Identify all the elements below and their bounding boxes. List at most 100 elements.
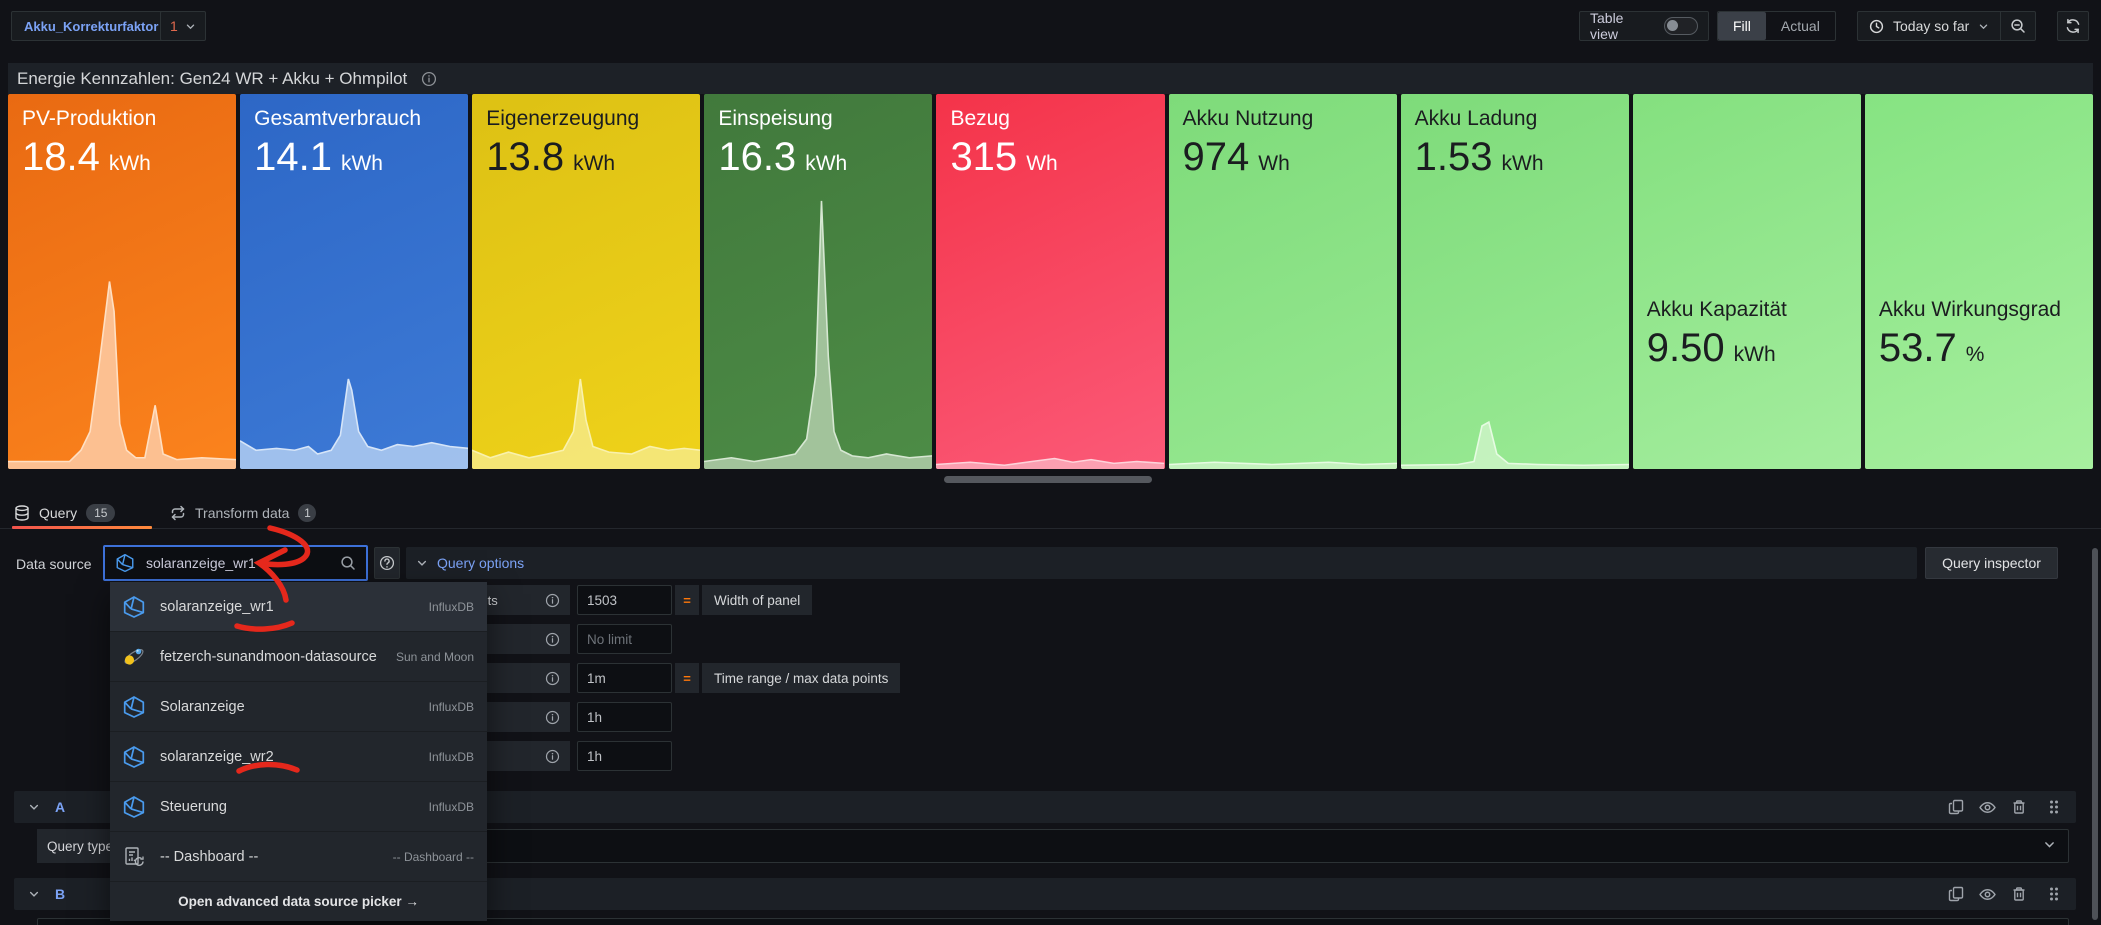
stat-panel-title: Bezug [950,105,1150,132]
fill-actual-segmented-control: Fill Actual [1717,11,1836,41]
stat-panel-5[interactable]: Bezug315Wh [936,94,1164,469]
query-row-actions [1948,886,2062,903]
panel-row-header[interactable]: Energie Kennzahlen: Gen24 WR + Akku + Oh… [8,63,2093,94]
eye-icon[interactable] [1979,799,1996,816]
drag-handle-icon[interactable] [2046,799,2062,815]
stat-panel-1[interactable]: PV-Produktion18.4kWh [8,94,236,469]
variable-value-dropdown[interactable]: 1 [160,11,206,41]
zoom-out-time-button[interactable] [2000,12,2035,40]
info-circle-icon [545,749,560,764]
actual-button[interactable]: Actual [1766,12,1835,40]
query-options-header[interactable]: Query options [406,547,1917,579]
vertical-scrollbar[interactable] [2092,548,2098,920]
question-circle-icon [379,555,395,571]
datasource-help-button[interactable] [374,547,400,579]
trash-icon[interactable] [2011,886,2027,902]
datasource-option[interactable]: fetzerch-sunandmoon-datasource Sun and Mo… [110,632,487,682]
datasource-dropdown-list: solaranzeige_wr1 InfluxDB fetzerch-sunandm… [110,582,487,921]
stat-panel-value: 16.3kWh [718,134,918,180]
stat-panel-4[interactable]: Einspeisung16.3kWh [704,94,932,469]
toggle-switch[interactable] [1664,17,1698,35]
datasource-option-name: -- Dashboard -- [160,849,258,865]
stat-panel-3[interactable]: Eigenerzeugung13.8kWh [472,94,700,469]
query-options-label: Query options [437,555,524,571]
trash-icon[interactable] [2011,799,2027,815]
stat-panel-6[interactable]: Akku Nutzung974Wh [1169,94,1397,469]
chevron-down-icon [185,21,196,32]
influxdb-icon [122,695,148,719]
stat-panel-9[interactable]: Akku Wirkungsgrad53.7% [1865,94,2093,469]
open-advanced-picker-button[interactable]: Open advanced data source picker → [110,882,487,921]
datasource-option[interactable]: solaranzeige_wr1 InfluxDB [110,582,487,632]
stat-panel-8[interactable]: Akku Kapazität9.50kWh [1633,94,1861,469]
datasource-option-type: InfluxDB [429,800,474,814]
stat-panel-title: Akku Kapazität [1647,296,1847,323]
info-circle-icon [421,71,437,87]
datasource-option-type: InfluxDB [429,600,474,614]
copy-icon[interactable] [1948,799,1964,815]
stat-panel-content: PV-Produktion18.4kWh [8,94,236,191]
info-circle-icon [545,710,560,725]
tab-transform-label: Transform data [195,505,289,521]
stat-panel-value: 53.7% [1879,325,2079,371]
datasource-picker[interactable] [103,545,368,581]
stat-panel-title: Eigenerzeugung [486,105,686,132]
copy-icon[interactable] [1948,886,1964,902]
variable-value: 1 [170,18,178,34]
tab-transform-data[interactable]: Transform data 1 [170,496,316,529]
fill-button[interactable]: Fill [1718,12,1766,40]
stat-panel-value: 18.4kWh [22,134,222,180]
time-range-picker[interactable]: Today so far [1858,12,2000,40]
option-input[interactable]: 1503 [577,585,672,615]
query-row-a-label: A [55,799,65,815]
stat-panel-7[interactable]: Akku Ladung1.53kWh [1401,94,1629,469]
active-tab-underline [12,526,152,529]
influxdb-icon [122,595,148,619]
tab-query-badge: 15 [86,504,115,522]
horizontal-scrollbar[interactable] [944,476,1152,483]
influxdb-icon [115,553,135,573]
eye-icon[interactable] [1979,886,1996,903]
datasource-option-name: solaranzeige_wr1 [160,599,274,615]
query-row-actions [1948,799,2062,816]
table-view-label: Table view [1590,10,1654,42]
tab-transform-badge: 1 [298,504,316,522]
panel-row-title: Energie Kennzahlen: Gen24 WR + Akku + Oh… [17,69,407,89]
variable-label: Akku_Korrekturfaktor [24,19,158,34]
chevron-down-icon[interactable] [28,801,40,813]
clock-icon [1869,19,1884,34]
stat-panel-title: Akku Ladung [1415,105,1615,132]
stat-panel-value: 1.53kWh [1415,134,1615,180]
stat-panel-value: 14.1kWh [254,134,454,180]
stat-panel-2[interactable]: Gesamtverbrauch14.1kWh [240,94,468,469]
stat-panel-value: 974Wh [1183,134,1383,180]
refresh-button[interactable] [2057,11,2089,41]
datasource-option-name: Solaranzeige [160,699,245,715]
stat-panel-content: Akku Nutzung974Wh [1169,94,1397,191]
drag-handle-icon[interactable] [2046,886,2062,902]
datasource-search-input[interactable] [144,554,331,572]
table-view-toggle-group: Table view [1579,11,1709,41]
option-input[interactable]: 1h [577,702,672,732]
grafana-dashboard: Akku_Korrekturfaktor 1 Table view Fill A… [0,0,2101,925]
datasource-option[interactable]: SolaranzeigeInfluxDB [110,682,487,732]
tab-query-label: Query [39,505,77,521]
option-description: Width of panel [702,585,812,615]
refresh-icon [2065,18,2081,34]
info-circle-icon [545,593,560,608]
tab-query[interactable]: Query 15 [14,496,115,529]
datasource-option[interactable]: SteuerungInfluxDB [110,782,487,832]
datasource-option[interactable]: -- Dashboard ---- Dashboard -- [110,832,487,882]
datasource-option-type: Sun and Moon [396,650,474,664]
datasource-option[interactable]: solaranzeige_wr2InfluxDB [110,732,487,782]
datasource-option-name: fetzerch-sunandmoon-datasource [160,649,377,665]
query-inspector-button[interactable]: Query inspector [1925,547,2058,579]
chevron-down-icon[interactable] [28,888,40,900]
option-input[interactable]: No limit [577,624,672,654]
option-input[interactable]: 1h [577,741,672,771]
option-input[interactable]: 1m [577,663,672,693]
datasource-option-name: solaranzeige_wr2 [160,749,274,765]
stat-panel-value: 315Wh [950,134,1150,180]
stat-panel-value: 9.50kWh [1647,325,1847,371]
variable-label-button[interactable]: Akku_Korrekturfaktor [11,11,171,41]
